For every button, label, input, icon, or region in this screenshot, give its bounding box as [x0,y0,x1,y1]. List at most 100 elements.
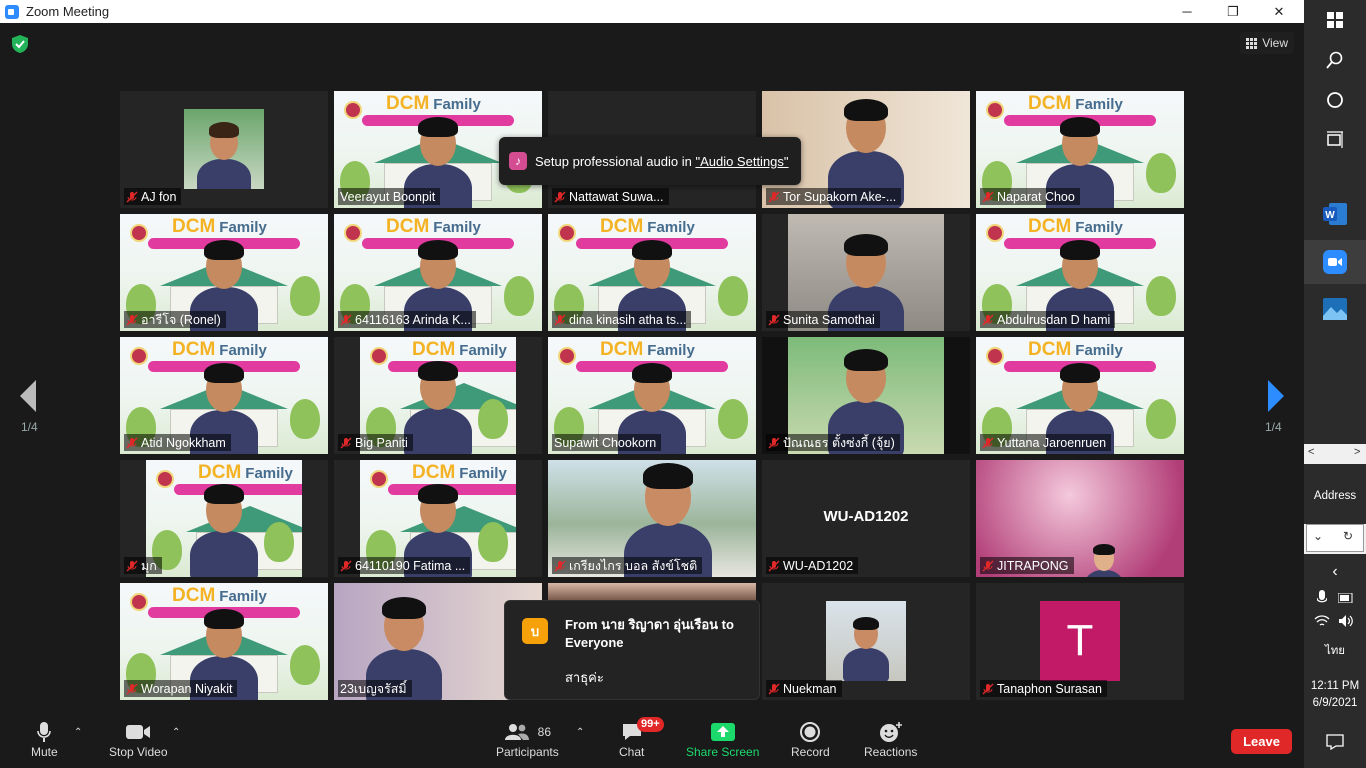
participant-name: มุก [141,558,157,573]
show-hidden-icons-chevron[interactable]: ‹ [1322,559,1348,585]
participant-tile[interactable]: AJ fon [120,91,328,208]
share-screen-button[interactable]: Share Screen [686,719,759,759]
tree [718,399,748,439]
task-view-icon[interactable] [1322,127,1348,153]
participant-hair [418,240,458,261]
participant-body [197,158,251,189]
muted-microphone-icon [554,191,566,202]
next-page-arrow-icon[interactable] [1266,378,1286,414]
audio-settings-toast[interactable]: ♪ Setup professional audio in "Audio Set… [499,137,801,185]
shield-icon[interactable] [12,35,28,53]
participant-name-label: อารีโจ (Ronel) [124,311,226,328]
muted-microphone-icon [126,437,138,448]
zoom-app-icon [5,4,19,19]
participant-tile[interactable]: DCM Family 64116163 Arinda K... [334,214,542,331]
maximize-button[interactable]: ❐ [1210,0,1256,23]
participant-name: Yuttana Jaroenruen [997,435,1107,450]
scroll-left-icon[interactable]: < [1308,446,1314,458]
wifi-icon[interactable] [1312,608,1332,634]
tree [478,522,508,562]
photos-app-icon[interactable] [1322,296,1348,322]
participant-tile[interactable]: DCM Family Atid Ngokkham [120,337,328,454]
address-dropdown-icon[interactable]: ⌄ [1313,529,1323,543]
minimize-button[interactable]: ─ [1164,0,1210,23]
participant-tile[interactable]: DCM Family Yuttana Jaroenruen [976,337,1184,454]
audio-options-caret-icon[interactable]: ⌃ [74,727,82,738]
participant-hair [418,484,458,505]
participant-name-label: Veerayut Boonpit [338,188,441,205]
participant-name: WU-AD1202 [783,558,854,573]
view-label: View [1262,36,1288,50]
participants-button[interactable]: 86 Participants [496,719,559,759]
participant-name: Naparat Choo [997,189,1075,204]
windows-side-taskbar: W < > Address ⌄ ↻ ‹ ไทย 12:11 PM 6/9/202… [1304,0,1366,768]
participant-name-label: Atid Ngokkham [124,434,231,451]
word-app-icon[interactable]: W [1322,201,1348,227]
muted-microphone-icon [982,437,994,448]
microphone-icon [37,722,52,742]
video-options-caret-icon[interactable]: ⌃ [172,727,180,738]
participant-name-label: Yuttana Jaroenruen [980,434,1112,451]
participant-tile[interactable]: DCM Family 64110190 Fatima ... [334,460,542,577]
dcm-family-title: DCM Family [412,339,507,360]
participant-tile[interactable]: DCM Family มุก [120,460,328,577]
language-indicator[interactable]: ไทย [1304,642,1366,660]
notifications-icon[interactable] [1322,729,1348,755]
share-screen-icon [710,723,735,741]
participant-tile[interactable]: DCM Family Abdulrusdan D hami [976,214,1184,331]
participant-name: เกรียงไกร บอล สังข์โชติ [569,558,698,573]
participant-name: Abdulrusdan D hami [997,312,1111,327]
participant-name: Worapan Niyakit [141,681,233,696]
page-indicator-right: 1/4 [1265,420,1282,434]
participants-caret-icon[interactable]: ⌃ [576,727,584,738]
participant-tile[interactable]: Nuekman [762,583,970,700]
participant-tile[interactable]: DCM Family อารีโจ (Ronel) [120,214,328,331]
volume-icon[interactable] [1336,608,1356,634]
school-seal [156,470,174,488]
mute-label: Mute [31,745,58,759]
refresh-icon[interactable]: ↻ [1343,529,1353,543]
record-button[interactable]: Record [791,719,830,759]
tree [290,645,320,685]
participant-name: 64110190 Fatima ... [355,558,466,573]
participant-name: dina kinasih atha ts... [569,312,687,327]
participant-tile[interactable]: เกรียงไกร บอล สังข์โชติ [548,460,756,577]
audio-settings-link[interactable]: "Audio Settings" [695,154,788,169]
tree [290,276,320,316]
participant-tile[interactable]: WU-AD1202 WU-AD1202 [762,460,970,577]
participant-tile[interactable]: DCM Family Big Paniti [334,337,542,454]
participant-name: AJ fon [141,189,177,204]
participant-tile[interactable]: T Tanaphon Surasan [976,583,1184,700]
windows-start-icon[interactable] [1322,7,1348,33]
participant-tile[interactable]: DCM Family Worapan Niyakit [120,583,328,700]
participant-hair [632,363,672,384]
clock-date[interactable]: 6/9/2021 [1304,697,1366,709]
participant-tile[interactable]: Sunita Samothai [762,214,970,331]
cortana-icon[interactable] [1322,87,1348,113]
participant-tile[interactable]: DCM Family Naparat Choo [976,91,1184,208]
participant-tile[interactable] [548,583,756,600]
scroll-right-icon[interactable]: > [1354,446,1360,458]
participant-name: Tanaphon Surasan [997,681,1102,696]
participant-hair [382,597,426,619]
dcm-family-title: DCM Family [172,585,267,606]
close-button[interactable]: ✕ [1256,0,1302,23]
stop-video-button[interactable]: Stop Video [109,719,168,759]
zoom-app-taskbar-icon[interactable] [1322,249,1348,275]
view-button[interactable]: View [1240,32,1294,54]
mute-button[interactable]: Mute [31,719,58,759]
clock-time[interactable]: 12:11 PM [1304,680,1366,692]
previous-page-arrow-icon[interactable] [18,378,38,414]
leave-button[interactable]: Leave [1231,729,1292,754]
participant-tile[interactable]: JITRAPONG [976,460,1184,577]
participant-tile[interactable]: DCM Family dina kinasih atha ts... [548,214,756,331]
chat-message: สาธุค่ะ [565,670,604,685]
chat-notification-popup[interactable]: บ From นาย ริญาดา อุ่นเรือน to Everyone … [504,600,760,700]
address-input[interactable]: ⌄ ↻ [1306,524,1364,552]
participant-name: Big Paniti [355,435,408,450]
participant-tile[interactable]: DCM Family Supawit Chookorn [548,337,756,454]
search-icon[interactable] [1322,47,1348,73]
reactions-button[interactable]: Reactions [864,719,917,759]
participant-tile[interactable]: ปัณณธร ตั้งซ่งกี้ (จุ้ย) [762,337,970,454]
toast-text: Setup professional audio in "Audio Setti… [535,153,789,169]
